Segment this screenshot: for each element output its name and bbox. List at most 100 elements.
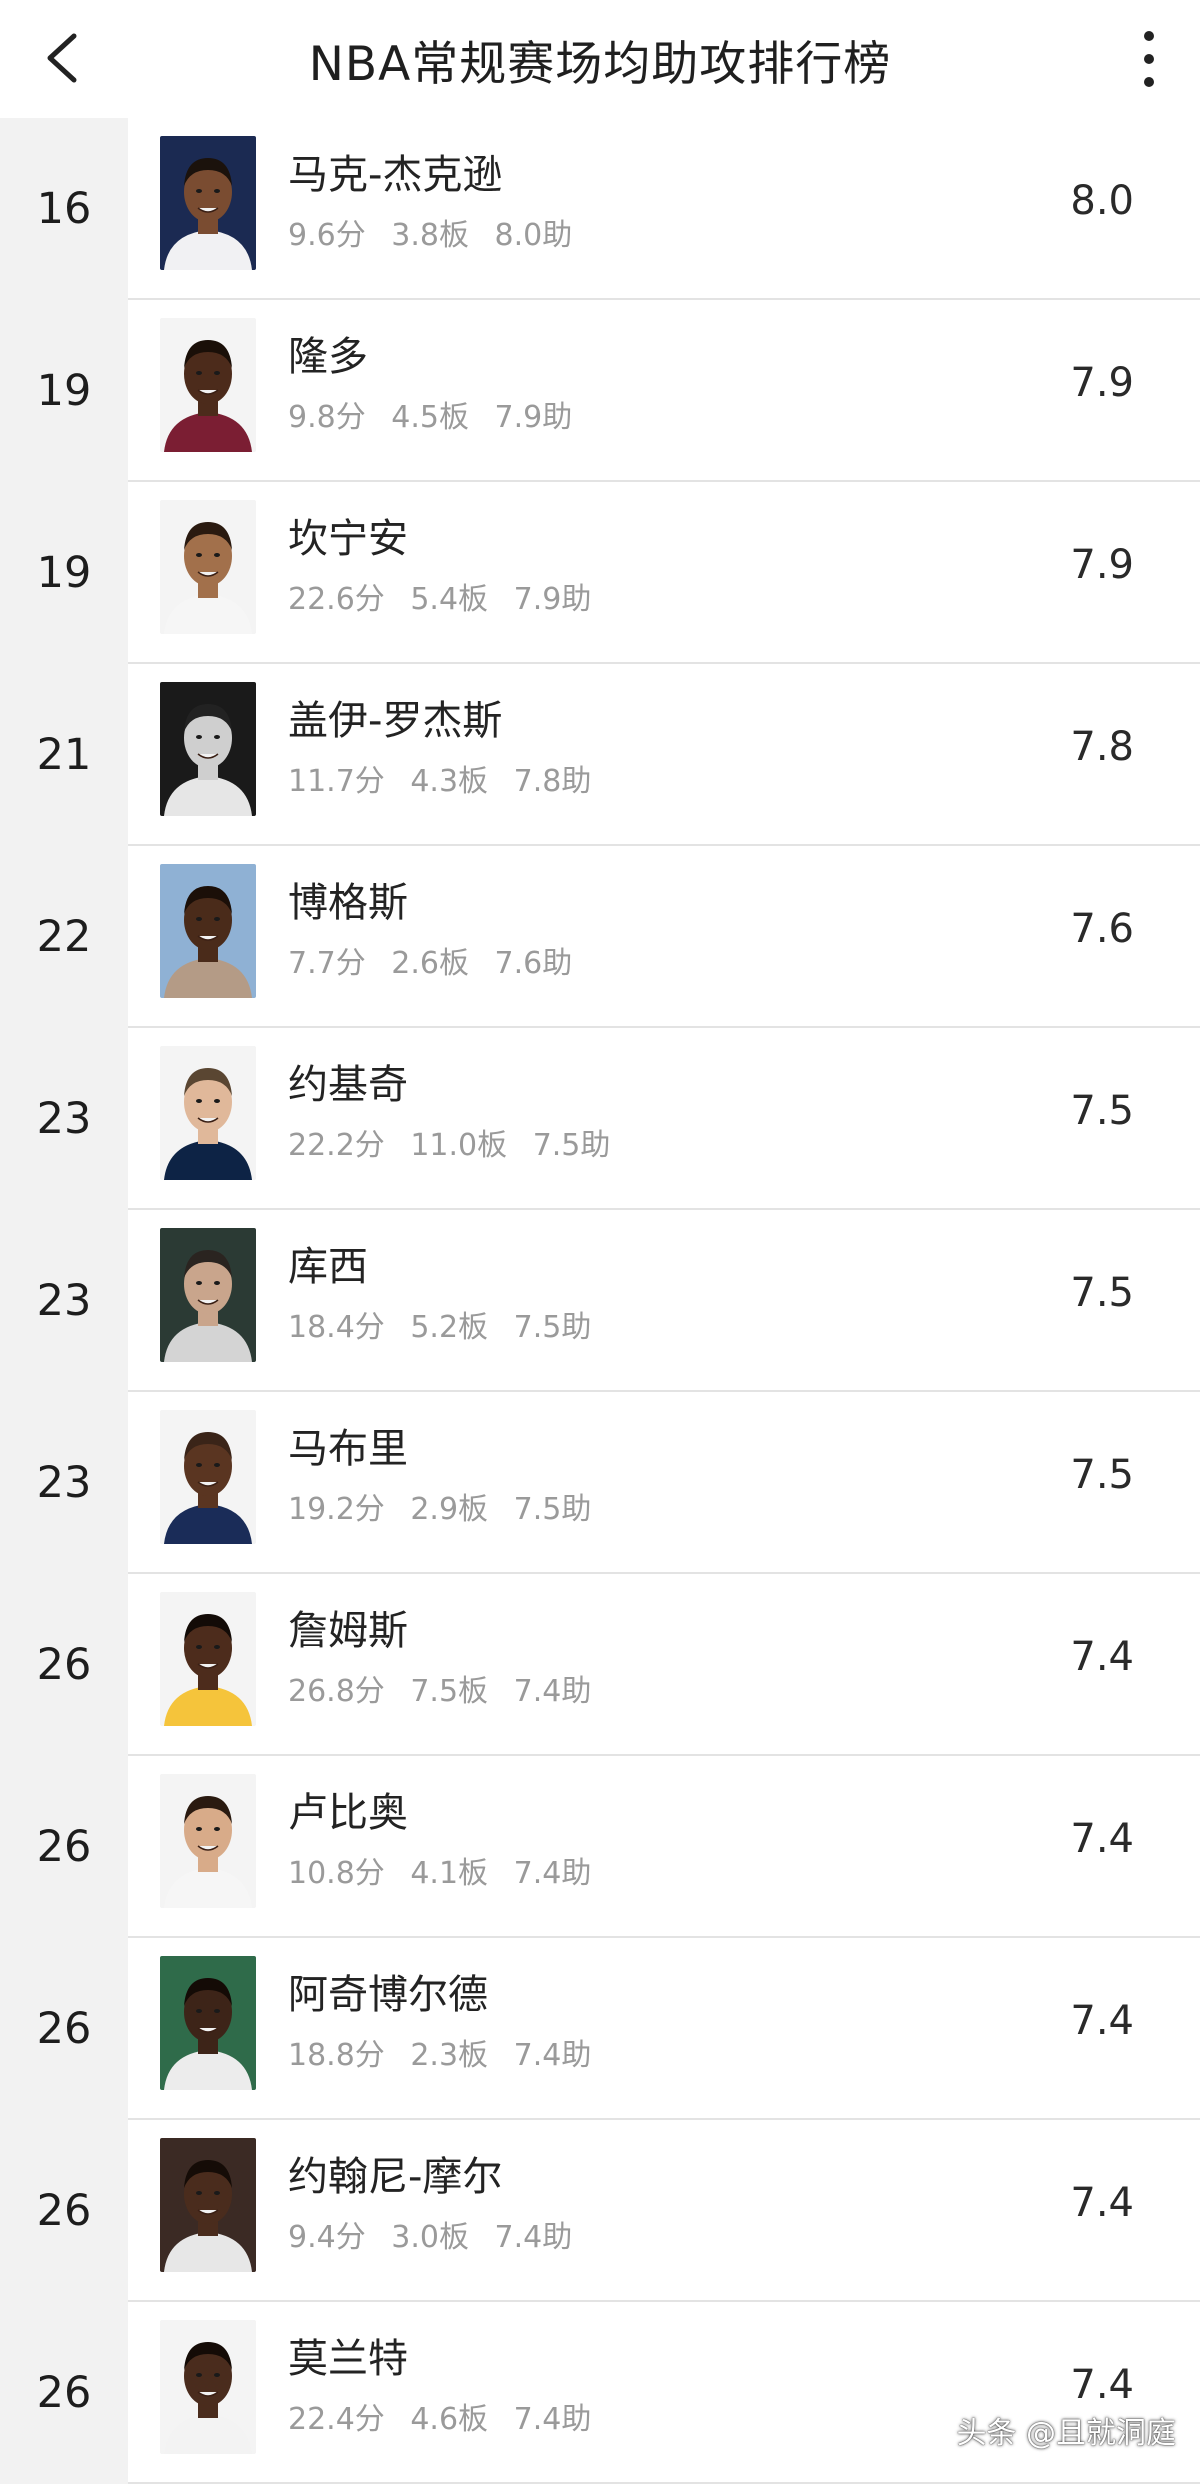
player-row[interactable]: 23 约基奇 22.2分 11.0板 7.5助 7.5 [0, 1028, 1200, 1210]
player-portrait-icon [160, 1228, 256, 1362]
assists-stat: 7.5助 [513, 1310, 592, 1345]
points-stat: 9.4分 [288, 2220, 366, 2255]
player-stats: 11.7分 4.3板 7.8助 [288, 756, 607, 800]
rebounds-stat: 11.0板 [410, 1128, 508, 1163]
player-photo [160, 500, 256, 634]
points-stat: 26.8分 [288, 1674, 385, 1709]
player-photo [160, 318, 256, 452]
assists-stat: 7.4助 [513, 1856, 592, 1891]
rank-number: 19 [0, 482, 128, 664]
assist-average-value: 7.5 [1070, 1088, 1134, 1134]
player-portrait-icon [160, 1046, 256, 1180]
rank-number: 16 [0, 118, 128, 300]
player-row[interactable]: 19 坎宁安 22.6分 5.4板 7.9助 7.9 [0, 482, 1200, 664]
player-portrait-icon [160, 2138, 256, 2272]
rank-number: 26 [0, 2120, 128, 2302]
points-stat: 22.6分 [288, 582, 385, 617]
player-stats: 7.7分 2.6板 7.6助 [288, 938, 588, 982]
player-photo [160, 682, 256, 816]
assist-average-value: 7.4 [1070, 2180, 1134, 2226]
player-portrait-icon [160, 136, 256, 270]
rebounds-stat: 4.6板 [410, 2402, 489, 2437]
player-portrait-icon [160, 318, 256, 452]
player-stats: 22.4分 4.6板 7.4助 [288, 2394, 607, 2438]
player-row[interactable]: 26 詹姆斯 26.8分 7.5板 7.4助 7.4 [0, 1574, 1200, 1756]
player-portrait-icon [160, 2320, 256, 2454]
player-photo [160, 2138, 256, 2272]
assists-stat: 7.4助 [494, 2220, 573, 2255]
assist-average-value: 7.5 [1070, 1452, 1134, 1498]
rank-number: 26 [0, 1574, 128, 1756]
rank-number: 19 [0, 300, 128, 482]
rebounds-stat: 4.3板 [410, 764, 489, 799]
rebounds-stat: 4.1板 [410, 1856, 489, 1891]
rebounds-stat: 5.2板 [410, 1310, 489, 1345]
rebounds-stat: 2.9板 [410, 1492, 489, 1527]
player-stats: 19.2分 2.9板 7.5助 [288, 1484, 607, 1528]
player-portrait-icon [160, 864, 256, 998]
rank-number: 23 [0, 1392, 128, 1574]
points-stat: 9.8分 [288, 400, 366, 435]
assist-average-value: 7.9 [1070, 542, 1134, 588]
player-photo [160, 1410, 256, 1544]
more-options-button[interactable] [1134, 24, 1164, 94]
player-row[interactable]: 23 马布里 19.2分 2.9板 7.5助 7.5 [0, 1392, 1200, 1574]
player-stats: 9.6分 3.8板 8.0助 [288, 210, 588, 254]
assist-average-value: 7.4 [1070, 1998, 1134, 2044]
rank-number: 23 [0, 1210, 128, 1392]
player-portrait-icon [160, 682, 256, 816]
player-row[interactable]: 16 马克-杰克逊 9.6分 3.8板 8.0助 8.0 [0, 118, 1200, 300]
player-photo [160, 2320, 256, 2454]
player-row[interactable]: 21 盖伊-罗杰斯 11.7分 4.3板 7.8助 7.8 [0, 664, 1200, 846]
player-portrait-icon [160, 1592, 256, 1726]
player-row[interactable]: 23 库西 18.4分 5.2板 7.5助 7.5 [0, 1210, 1200, 1392]
player-name: 马布里 [288, 1426, 408, 1472]
player-card: 马克-杰克逊 9.6分 3.8板 8.0助 8.0 [128, 118, 1200, 300]
assists-stat: 7.4助 [513, 1674, 592, 1709]
chevron-left-icon [47, 33, 77, 83]
page-title: NBA常规赛场均助攻排行榜 [308, 36, 892, 92]
points-stat: 19.2分 [288, 1492, 385, 1527]
rank-number: 26 [0, 1756, 128, 1938]
assists-stat: 7.4助 [513, 2038, 592, 2073]
rank-number: 22 [0, 846, 128, 1028]
player-row[interactable]: 19 隆多 9.8分 4.5板 7.9助 7.9 [0, 300, 1200, 482]
player-name: 约基奇 [288, 1062, 408, 1108]
player-row[interactable]: 26 阿奇博尔德 18.8分 2.3板 7.4助 7.4 [0, 1938, 1200, 2120]
player-portrait-icon [160, 500, 256, 634]
player-card: 约翰尼-摩尔 9.4分 3.0板 7.4助 7.4 [128, 2120, 1200, 2302]
back-button[interactable] [38, 26, 86, 90]
player-row[interactable]: 22 博格斯 7.7分 2.6板 7.6助 7.6 [0, 846, 1200, 1028]
player-name: 卢比奥 [288, 1790, 408, 1836]
rank-number: 21 [0, 664, 128, 846]
points-stat: 22.2分 [288, 1128, 385, 1163]
player-row[interactable]: 26 约翰尼-摩尔 9.4分 3.0板 7.4助 7.4 [0, 2120, 1200, 2302]
points-stat: 18.4分 [288, 1310, 385, 1345]
points-stat: 22.4分 [288, 2402, 385, 2437]
player-card: 博格斯 7.7分 2.6板 7.6助 7.6 [128, 846, 1200, 1028]
points-stat: 7.7分 [288, 946, 366, 981]
assist-average-value: 7.4 [1070, 1816, 1134, 1862]
player-stats: 10.8分 4.1板 7.4助 [288, 1848, 607, 1892]
points-stat: 18.8分 [288, 2038, 385, 2073]
rebounds-stat: 4.5板 [391, 400, 469, 435]
player-row[interactable]: 26 卢比奥 10.8分 4.1板 7.4助 7.4 [0, 1756, 1200, 1938]
ranking-list: 16 马克-杰克逊 9.6分 3.8板 8.0助 8.0 19 隆多 9.8分 … [0, 118, 1200, 2484]
player-card: 马布里 19.2分 2.9板 7.5助 7.5 [128, 1392, 1200, 1574]
assists-stat: 7.5助 [532, 1128, 611, 1163]
assist-average-value: 7.9 [1070, 360, 1134, 406]
player-card: 盖伊-罗杰斯 11.7分 4.3板 7.8助 7.8 [128, 664, 1200, 846]
rank-number: 26 [0, 2302, 128, 2484]
player-name: 库西 [288, 1244, 368, 1290]
points-stat: 11.7分 [288, 764, 385, 799]
player-name: 莫兰特 [288, 2336, 408, 2382]
player-card: 坎宁安 22.6分 5.4板 7.9助 7.9 [128, 482, 1200, 664]
app-header: NBA常规赛场均助攻排行榜 [0, 0, 1200, 118]
player-name: 博格斯 [288, 880, 408, 926]
watermark: 头条 @且就洞庭 [956, 2416, 1176, 2451]
player-stats: 18.8分 2.3板 7.4助 [288, 2030, 607, 2074]
player-card: 阿奇博尔德 18.8分 2.3板 7.4助 7.4 [128, 1938, 1200, 2120]
player-row[interactable]: 26 莫兰特 22.4分 4.6板 7.4助 7.4 [0, 2302, 1200, 2484]
assist-average-value: 8.0 [1070, 178, 1134, 224]
rebounds-stat: 5.4板 [410, 582, 489, 617]
